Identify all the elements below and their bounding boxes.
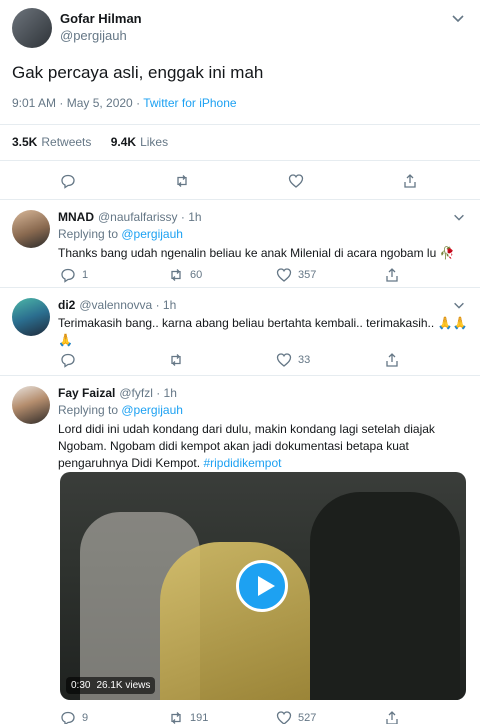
- reply-text: Terimakasih bang.. karna abang beliau be…: [58, 315, 468, 349]
- like-button[interactable]: 33: [276, 352, 310, 368]
- retweet-button[interactable]: 60: [168, 267, 202, 283]
- reply-author[interactable]: Fay Faizal @fyfzl · 1h: [58, 386, 177, 400]
- reply-text-line: 🙏: [58, 333, 73, 347]
- retweet-icon: [171, 269, 181, 281]
- share-icon: [386, 353, 398, 367]
- reply-count: 9: [82, 712, 89, 724]
- replying-prefix: Replying to: [58, 227, 122, 241]
- retweet-icon: [171, 354, 181, 366]
- reply-handle: @fyfzl · 1h: [119, 386, 177, 400]
- share-icon: [386, 268, 398, 282]
- share-button[interactable]: [402, 173, 418, 189]
- reply-text-line: Lord didi ini udah kondang dari dulu, ma…: [58, 422, 435, 436]
- like-count: 33: [298, 354, 311, 366]
- tweet-text: Gak percaya asli, enggak ini mah: [12, 63, 264, 82]
- reply-button[interactable]: [60, 173, 76, 189]
- share-button[interactable]: [384, 710, 400, 724]
- reply-button[interactable]: [60, 352, 76, 368]
- likes-label: Likes: [140, 135, 169, 149]
- reply-text: Thanks bang udah ngenalin beliau ke anak…: [58, 246, 455, 260]
- reply-name: MNAD: [58, 210, 94, 224]
- replying-to: Replying to @pergijauh: [58, 227, 183, 241]
- avatar[interactable]: [12, 386, 50, 424]
- video-player[interactable]: 0:30 26.1K views: [60, 472, 466, 700]
- heart-icon: [276, 268, 292, 282]
- replying-handle-link[interactable]: @pergijauh: [121, 403, 183, 417]
- retweet-count: 60: [190, 269, 203, 281]
- video-frame-detail: [160, 542, 310, 700]
- reply-handle: @valennovva · 1h: [79, 298, 177, 312]
- share-icon: [386, 711, 398, 724]
- retweets-label: Retweets: [41, 135, 92, 149]
- share-button[interactable]: [384, 352, 400, 368]
- video-time: 0:30: [71, 680, 91, 691]
- retweets-count: 3.5K: [12, 135, 38, 149]
- like-button[interactable]: 357: [276, 267, 316, 283]
- reply-author[interactable]: di2 @valennovva · 1h: [58, 298, 176, 312]
- chevron-down-icon[interactable]: [452, 210, 466, 224]
- reply-text-line: Terimakasih bang.. karna abang beliau be…: [58, 316, 468, 330]
- like-button[interactable]: [288, 173, 304, 189]
- reply-name: di2: [58, 298, 76, 312]
- source-link[interactable]: Twitter for iPhone: [143, 96, 236, 110]
- chevron-down-icon[interactable]: [452, 298, 466, 312]
- play-button[interactable]: [236, 560, 288, 612]
- tweet-meta: 9:01 AM · May 5, 2020 · Twitter for iPho…: [12, 96, 237, 110]
- author-name[interactable]: Gofar Hilman: [60, 11, 142, 26]
- author-handle[interactable]: @pergijauh: [60, 28, 127, 43]
- reply-icon: [61, 353, 75, 368]
- chevron-down-icon[interactable]: [450, 10, 466, 26]
- retweet-icon: [177, 175, 187, 187]
- retweet-button[interactable]: 191: [168, 710, 208, 724]
- reply-text-line: Ngobam. Ngobam didi kempot akan jadi dok…: [58, 439, 409, 453]
- reply-author[interactable]: MNAD @naufalfarissy · 1h: [58, 210, 202, 224]
- video-views: 26.1K views: [96, 680, 151, 691]
- like-count: 527: [298, 712, 317, 724]
- reply-name: Fay Faizal: [58, 386, 116, 400]
- reply-text: Lord didi ini udah kondang dari dulu, ma…: [58, 421, 468, 472]
- reply-icon: [61, 174, 75, 189]
- main-tweet: Gofar Hilman @pergijauh Gak percaya asli…: [0, 0, 480, 200]
- retweet-button[interactable]: [174, 173, 190, 189]
- reply-count: 1: [82, 269, 89, 281]
- reply-handle: @naufalfarissy · 1h: [98, 210, 202, 224]
- avatar[interactable]: [12, 210, 50, 248]
- reply-tweet[interactable]: MNAD @naufalfarissy · 1h Replying to @per…: [0, 200, 480, 288]
- reply-button[interactable]: 1: [60, 267, 88, 283]
- reply-tweet[interactable]: di2 @valennovva · 1h Terimakasih bang.. k…: [0, 288, 480, 376]
- reply-text-segment: pengaruhnya Didi Kempot.: [58, 456, 204, 470]
- divider: [0, 160, 480, 161]
- like-count: 357: [298, 269, 317, 281]
- reply-text-line: pengaruhnya Didi Kempot. #ripdidikempot: [58, 455, 468, 472]
- replying-to: Replying to @pergijauh: [58, 403, 183, 417]
- retweets-stat[interactable]: 3.5K Retweets: [12, 135, 107, 149]
- reply-button[interactable]: 9: [60, 710, 88, 724]
- avatar[interactable]: [12, 298, 50, 336]
- retweet-count: 191: [190, 712, 209, 724]
- divider: [0, 124, 480, 125]
- replying-handle-link[interactable]: @pergijauh: [121, 227, 183, 241]
- heart-icon: [288, 174, 304, 188]
- hashtag-link[interactable]: #ripdidikempot: [203, 456, 281, 470]
- video-frame-detail: [310, 492, 460, 700]
- like-button[interactable]: 527: [276, 710, 316, 724]
- likes-stat[interactable]: 9.4K Likes: [111, 135, 168, 149]
- heart-icon: [276, 353, 292, 367]
- share-button[interactable]: [384, 267, 400, 283]
- likes-count: 9.4K: [110, 135, 137, 149]
- video-badge: 0:30 26.1K views: [66, 677, 156, 694]
- replying-prefix: Replying to: [58, 403, 122, 417]
- retweet-icon: [171, 712, 181, 724]
- reply-icon: [61, 711, 75, 724]
- reply-icon: [61, 268, 75, 283]
- tweet-stats: 3.5K Retweets 9.4K Likes: [12, 135, 168, 149]
- avatar[interactable]: [12, 8, 52, 48]
- heart-icon: [276, 711, 292, 724]
- retweet-button[interactable]: [168, 352, 184, 368]
- share-icon: [404, 174, 416, 188]
- timestamp: 9:01 AM · May 5, 2020 ·: [12, 96, 144, 110]
